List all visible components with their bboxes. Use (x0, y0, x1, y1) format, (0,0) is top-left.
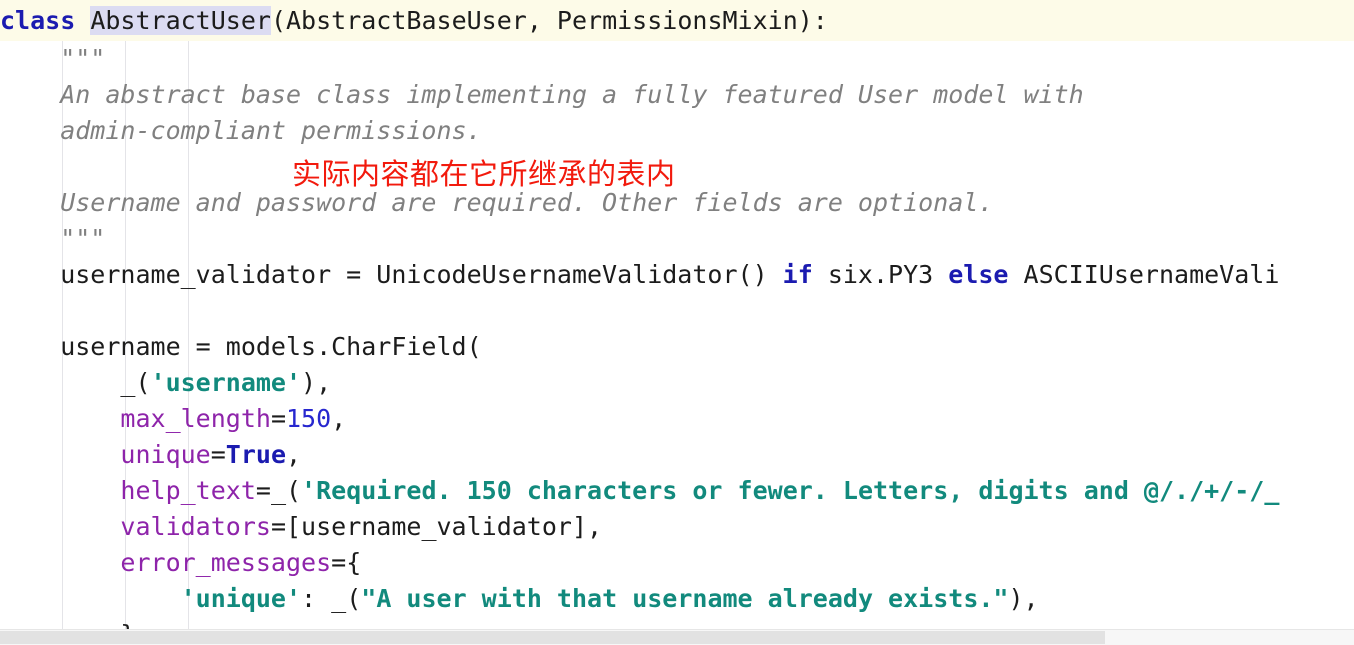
code-line-validators[interactable]: validators=[username_validator], (0, 509, 1354, 545)
kwarg-help-text: help_text (120, 476, 256, 505)
code-line-verbose-name[interactable]: _('username'), (0, 365, 1354, 401)
code-line-unique[interactable]: unique=True, (0, 437, 1354, 473)
code-text-area[interactable]: class AbstractUser(AbstractBaseUser, Per… (0, 0, 1354, 630)
code-line-username-charfield[interactable]: username = models.CharField( (0, 329, 1354, 365)
code-line-docstring-2[interactable]: admin-compliant permissions. (0, 113, 1354, 149)
code-line-max-length[interactable]: max_length=150, (0, 401, 1354, 437)
string-username: 'username' (150, 368, 302, 397)
code-line-unique-error-message[interactable]: 'unique': _("A user with that username a… (0, 581, 1354, 617)
error-messages-open-brace: ={ (331, 548, 362, 577)
kwarg-error-messages: error_messages (120, 548, 332, 577)
horizontal-scrollbar[interactable] (0, 629, 1354, 645)
class-signature: (AbstractBaseUser, PermissionsMixin): (270, 6, 828, 35)
string-error-message: "A user with that username already exist… (361, 584, 1009, 613)
highlighted-symbol-abstractuser[interactable]: AbstractUser (90, 6, 271, 35)
code-line-blank-1[interactable] (0, 149, 1354, 185)
kwarg-validators: validators (120, 512, 271, 541)
code-line-docstring-1[interactable]: An abstract base class implementing a fu… (0, 77, 1354, 113)
docstring-text-3: Username and password are required. Othe… (0, 188, 994, 217)
docstring-text-2: admin-compliant permissions. (0, 116, 482, 145)
kwarg-unique: unique (120, 440, 211, 469)
code-line-username-validator[interactable]: username_validator = UnicodeUsernameVali… (0, 257, 1354, 293)
keyword-class: class (0, 6, 76, 35)
horizontal-scrollbar-thumb[interactable] (0, 631, 1105, 644)
docstring-quote-open: """ (0, 44, 106, 73)
keyword-true: True (225, 440, 287, 469)
docstring-quote-close: """ (0, 224, 106, 253)
string-dict-key-unique: 'unique' (180, 584, 302, 613)
comma: , (286, 440, 302, 469)
equals-sign: = (270, 404, 286, 433)
username-field-declaration: username = models.CharField( (0, 332, 482, 361)
validator-condition: six.PY3 (812, 260, 949, 289)
kwarg-max-length: max_length (120, 404, 271, 433)
equals-gettext-open: =_( (255, 476, 302, 505)
code-line-docstring-3[interactable]: Username and password are required. Othe… (0, 185, 1354, 221)
gettext-call-close: ), (301, 368, 332, 397)
colon-gettext-open: : _( (301, 584, 362, 613)
gettext-close-comma: ), (1008, 584, 1039, 613)
validator-assignment-prefix: username_validator = UnicodeUsernameVali… (0, 260, 783, 289)
code-line-docstring-open[interactable]: """ (0, 41, 1354, 77)
code-line-error-messages[interactable]: error_messages={ (0, 545, 1354, 581)
comma: , (331, 404, 347, 433)
annotation-text-chinese: 实际内容都在它所继承的表内 (292, 157, 676, 191)
keyword-if: if (782, 260, 813, 289)
string-help-text: 'Required. 150 characters or fewer. Lett… (301, 476, 1280, 505)
docstring-text-1: An abstract base class implementing a fu… (0, 80, 1084, 109)
equals-sign: = (210, 440, 226, 469)
validator-fallback: ASCIIUsernameVali (1008, 260, 1280, 289)
code-line-class-declaration[interactable]: class AbstractUser(AbstractBaseUser, Per… (0, 0, 1354, 41)
code-editor[interactable]: class AbstractUser(AbstractBaseUser, Per… (0, 0, 1354, 645)
validators-value: =[username_validator], (270, 512, 603, 541)
keyword-else: else (948, 260, 1009, 289)
code-line-help-text[interactable]: help_text=_('Required. 150 characters or… (0, 473, 1354, 509)
code-line-blank-2[interactable] (0, 293, 1354, 329)
gettext-call-open: _( (0, 368, 151, 397)
code-line-docstring-close[interactable]: """ (0, 221, 1354, 257)
number-150: 150 (286, 404, 332, 433)
